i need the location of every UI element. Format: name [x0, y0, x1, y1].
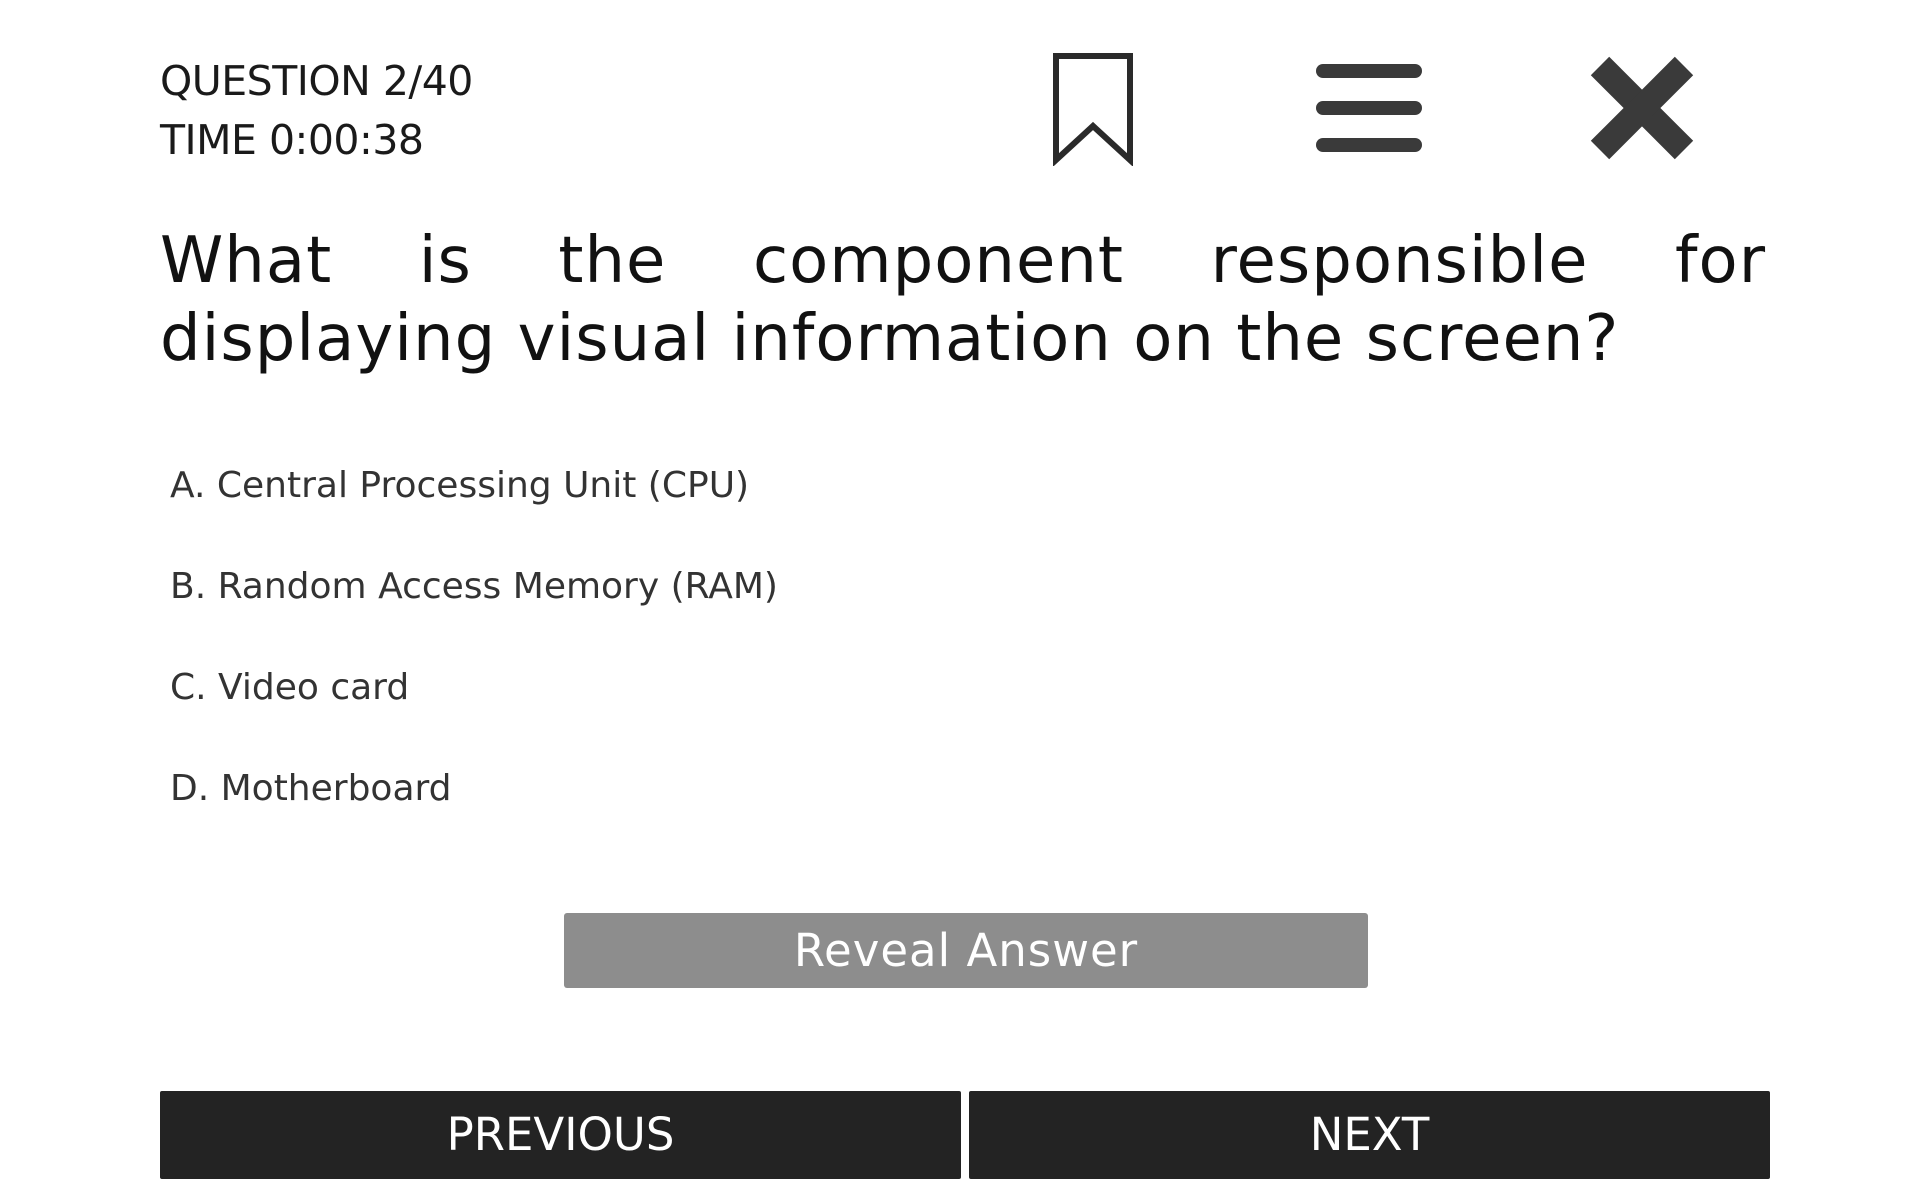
hamburger-menu-icon[interactable] — [1316, 64, 1422, 152]
next-button[interactable]: NEXT — [969, 1091, 1770, 1179]
question-text: What is the component responsible for di… — [160, 224, 1766, 376]
option-d[interactable]: D. Motherboard — [170, 759, 778, 860]
close-icon[interactable] — [1586, 52, 1698, 164]
quiz-status: QUESTION 2/40 TIME 0:00:38 — [160, 52, 473, 170]
option-a[interactable]: A. Central Processing Unit (CPU) — [170, 456, 778, 557]
timer: TIME 0:00:38 — [160, 116, 424, 164]
previous-button[interactable]: PREVIOUS — [160, 1091, 961, 1179]
option-c[interactable]: C. Video card — [170, 658, 778, 759]
reveal-answer-button[interactable]: Reveal Answer — [564, 913, 1368, 988]
question-counter: QUESTION 2/40 — [160, 57, 473, 105]
bookmark-icon[interactable] — [1052, 52, 1134, 166]
answer-options: A. Central Processing Unit (CPU) B. Rand… — [170, 456, 778, 860]
option-b[interactable]: B. Random Access Memory (RAM) — [170, 557, 778, 658]
